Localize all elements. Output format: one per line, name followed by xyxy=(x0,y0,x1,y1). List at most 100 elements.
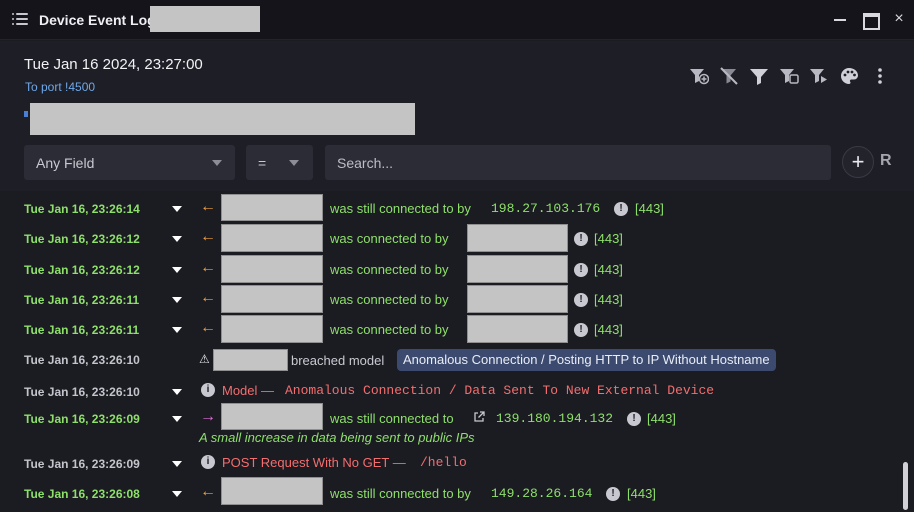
event-ip[interactable]: 139.180.194.132 xyxy=(496,411,613,426)
event-timestamp: Tue Jan 16, 23:26:12 xyxy=(24,263,140,277)
event-text: was connected to by xyxy=(330,322,449,337)
info-icon[interactable]: ! xyxy=(574,232,588,246)
expand-chevron-icon[interactable] xyxy=(172,236,182,242)
menu-icon[interactable] xyxy=(12,12,28,26)
event-row[interactable]: Tue Jan 16, 23:26:09 → was still connect… xyxy=(0,403,900,450)
chevron-down-icon xyxy=(289,160,299,166)
event-row[interactable]: Tue Jan 16, 23:26:11 ← was connected to … xyxy=(0,285,900,315)
model-name[interactable]: Anomalous Connection / Data Sent To New … xyxy=(285,383,714,398)
filter-device-icon[interactable] xyxy=(809,67,829,85)
arrow-left-icon: ← xyxy=(200,483,216,500)
event-timestamp: Tue Jan 16, 23:26:09 xyxy=(24,457,140,471)
clear-filter-icon[interactable] xyxy=(719,67,739,85)
event-port: [443] xyxy=(594,231,623,246)
operator-select[interactable]: = xyxy=(246,145,313,180)
event-text: was still connected to by xyxy=(330,201,471,216)
event-row[interactable]: Tue Jan 16, 23:26:12 ← was connected to … xyxy=(0,224,900,254)
event-row[interactable]: Tue Jan 16, 23:26:11 ← was connected to … xyxy=(0,315,900,345)
event-row[interactable]: Tue Jan 16, 23:26:10 i Model — Anomalous… xyxy=(0,377,900,407)
info-icon: i xyxy=(201,455,215,469)
event-timestamp: Tue Jan 16, 23:26:12 xyxy=(24,232,140,246)
info-icon[interactable]: ! xyxy=(574,323,588,337)
redacted-device xyxy=(221,194,323,221)
arrow-left-icon: ← xyxy=(200,259,216,276)
add-button[interactable]: + xyxy=(842,146,874,178)
event-note: A small increase in data being sent to p… xyxy=(199,430,475,445)
redacted-device-name xyxy=(150,6,260,32)
scrollbar[interactable] xyxy=(903,462,908,510)
event-row[interactable]: Tue Jan 16, 23:26:14 ← was still connect… xyxy=(0,194,900,224)
maximize-icon[interactable] xyxy=(859,8,881,30)
event-row[interactable]: Tue Jan 16, 23:26:09 i POST Request With… xyxy=(0,449,900,479)
model-prefix: Model — xyxy=(222,383,275,398)
model-badge[interactable]: Anomalous Connection / Posting HTTP to I… xyxy=(397,349,776,371)
expand-chevron-icon[interactable] xyxy=(172,491,182,497)
event-port: [443] xyxy=(647,411,676,426)
event-row[interactable]: Tue Jan 16, 23:26:08 ← was still connect… xyxy=(0,477,900,509)
event-timestamp: Tue Jan 16, 23:26:11 xyxy=(24,293,140,307)
title-bar: Device Event Log × xyxy=(0,0,914,40)
external-link-icon[interactable] xyxy=(473,411,485,423)
event-timestamp: Tue Jan 16, 23:26:11 xyxy=(24,323,140,337)
r-button[interactable]: R xyxy=(880,152,892,170)
chevron-down-icon xyxy=(212,160,222,166)
minimize-icon[interactable] xyxy=(829,8,851,30)
event-row[interactable]: Tue Jan 16, 23:26:10 ⚠ breached model An… xyxy=(0,346,900,376)
close-icon[interactable]: × xyxy=(888,8,910,30)
event-text: breached model xyxy=(291,353,385,368)
redacted-device xyxy=(221,403,323,430)
redacted-peer xyxy=(467,224,568,252)
warning-icon: ⚠ xyxy=(199,352,210,366)
event-date: Tue Jan 16 2024, 23:27:00 xyxy=(24,56,203,73)
redacted-device xyxy=(221,477,323,505)
port-filter-link[interactable]: To port !4500 xyxy=(25,80,95,94)
event-text: was still connected to xyxy=(330,411,454,426)
expand-chevron-icon[interactable] xyxy=(172,416,182,422)
event-timestamp: Tue Jan 16, 23:26:14 xyxy=(24,202,140,216)
event-text: was connected to by xyxy=(330,262,449,277)
info-icon[interactable]: ! xyxy=(574,293,588,307)
expand-chevron-icon[interactable] xyxy=(172,267,182,273)
operator-select-value: = xyxy=(258,155,267,171)
filter-icon[interactable] xyxy=(749,67,769,85)
field-select[interactable]: Any Field xyxy=(24,145,235,180)
add-filter-icon[interactable] xyxy=(689,67,710,85)
redacted-device xyxy=(221,285,323,313)
event-row[interactable]: Tue Jan 16, 23:26:12 ← was connected to … xyxy=(0,255,900,285)
search-input[interactable] xyxy=(325,145,831,180)
arrow-left-icon: ← xyxy=(200,319,216,336)
event-timestamp: Tue Jan 16, 23:26:10 xyxy=(24,353,140,367)
expand-chevron-icon[interactable] xyxy=(172,461,182,467)
event-text: was still connected to by xyxy=(330,486,471,501)
redacted-device xyxy=(213,349,288,371)
info-icon[interactable]: ! xyxy=(574,263,588,277)
palette-icon[interactable] xyxy=(839,67,859,85)
request-path[interactable]: /hello xyxy=(420,455,467,470)
redacted-device xyxy=(221,255,323,283)
event-ip[interactable]: 198.27.103.176 xyxy=(491,201,600,216)
event-text: was connected to by xyxy=(330,292,449,307)
info-icon[interactable]: ! xyxy=(627,412,641,426)
expand-chevron-icon[interactable] xyxy=(172,206,182,212)
log-header: Tue Jan 16 2024, 23:27:00 To port !4500 … xyxy=(0,41,914,191)
event-port: [443] xyxy=(594,292,623,307)
event-port: [443] xyxy=(594,262,623,277)
event-ip[interactable]: 149.28.26.164 xyxy=(491,486,592,501)
event-text: was connected to by xyxy=(330,231,449,246)
redacted-peer xyxy=(467,285,568,313)
filter-settings-icon[interactable] xyxy=(779,67,799,85)
event-timestamp: Tue Jan 16, 23:26:10 xyxy=(24,385,140,399)
event-port: [443] xyxy=(635,201,664,216)
more-vertical-icon[interactable] xyxy=(870,67,890,85)
expand-chevron-icon[interactable] xyxy=(172,389,182,395)
info-icon[interactable]: ! xyxy=(614,202,628,216)
request-prefix: POST Request With No GET — xyxy=(222,455,406,470)
redacted-device xyxy=(221,315,323,343)
expand-chevron-icon[interactable] xyxy=(172,297,182,303)
event-port: [443] xyxy=(627,486,656,501)
arrow-left-icon: ← xyxy=(200,289,216,306)
event-timestamp: Tue Jan 16, 23:26:09 xyxy=(24,412,140,426)
info-icon[interactable]: ! xyxy=(606,487,620,501)
expand-chevron-icon[interactable] xyxy=(172,327,182,333)
window-title: Device Event Log xyxy=(39,12,156,28)
